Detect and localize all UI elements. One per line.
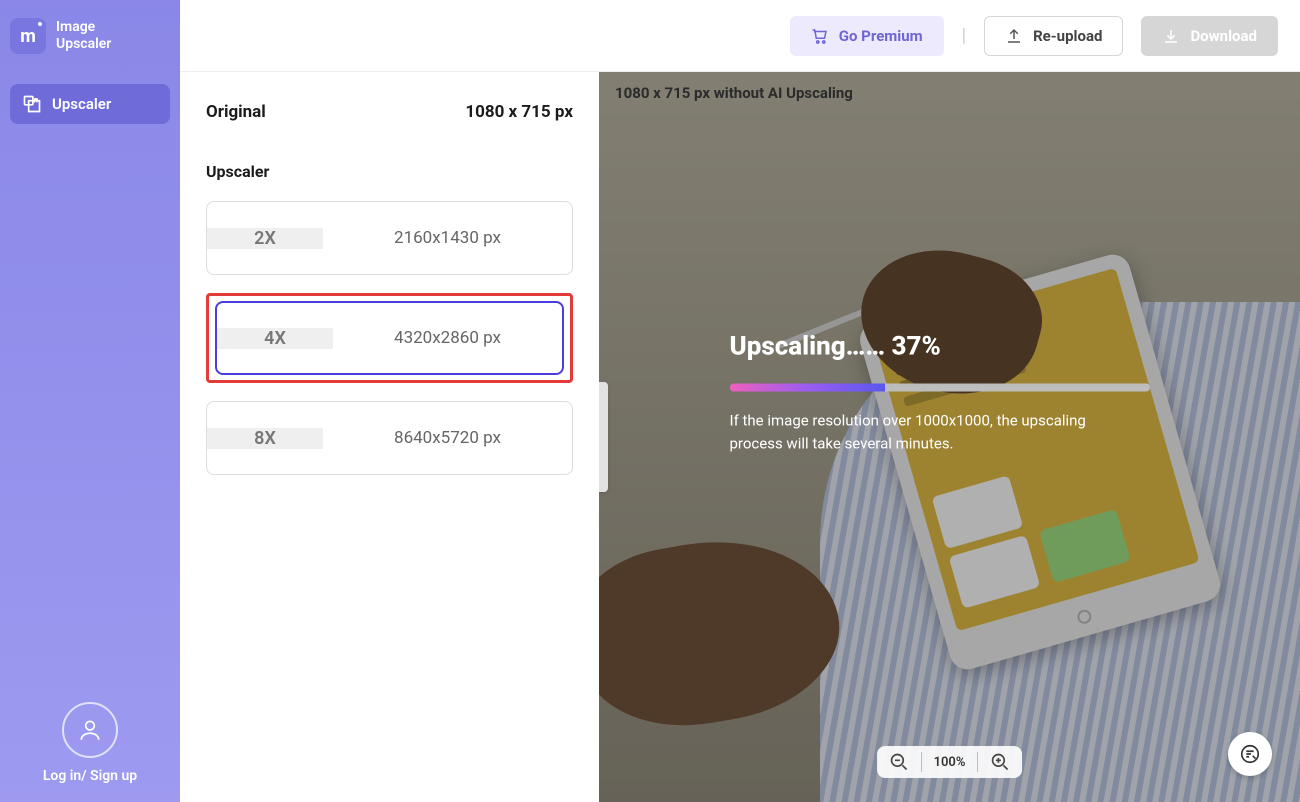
upscaler-icon — [22, 94, 42, 114]
original-row: Original 1080 x 715 px — [206, 102, 573, 122]
download-label: Download — [1190, 27, 1257, 45]
zoom-in-icon[interactable] — [990, 752, 1010, 772]
scale-factor: 4X — [217, 328, 333, 349]
scale-option-2x[interactable]: 2X 2160x1430 px — [206, 201, 573, 275]
progress-bar — [730, 384, 1150, 392]
brand-logo-icon: m — [10, 18, 46, 54]
compare-drag-handle[interactable] — [599, 382, 608, 492]
brand-name: Image Upscaler — [56, 19, 111, 53]
reupload-label: Re-upload — [1033, 27, 1102, 45]
sidebar-item-label: Upscaler — [52, 95, 111, 113]
login-link[interactable]: Log in/ Sign up — [43, 768, 137, 784]
cart-icon — [811, 27, 829, 45]
go-premium-button[interactable]: Go Premium — [790, 16, 944, 56]
upscaler-section-title: Upscaler — [206, 162, 573, 181]
progress-fill — [730, 384, 885, 392]
scale-dimensions: 2160x1430 px — [323, 228, 572, 248]
preview-panel: 1080 x 715 px without AI Upscaling Upsca… — [599, 72, 1300, 802]
preview-dimension-label: 1080 x 715 px without AI Upscaling — [615, 84, 853, 102]
feedback-button[interactable] — [1228, 732, 1272, 776]
topbar-separator: | — [962, 25, 966, 46]
download-button[interactable]: Download — [1141, 16, 1278, 56]
scale-dimensions: 4320x2860 px — [333, 328, 562, 348]
upload-icon — [1005, 27, 1023, 45]
zoom-out-icon[interactable] — [889, 752, 909, 772]
zoom-controls: 100% — [877, 746, 1023, 778]
avatar[interactable] — [62, 702, 118, 758]
reupload-button[interactable]: Re-upload — [984, 16, 1123, 56]
scale-dimensions: 8640x5720 px — [323, 428, 572, 448]
topbar: Go Premium | Re-upload Download — [180, 0, 1300, 72]
scale-option-4x[interactable]: 4X 4320x2860 px — [215, 301, 564, 375]
sidebar-spacer — [10, 124, 170, 702]
zoom-value: 100% — [934, 755, 966, 770]
zoom-separator — [977, 752, 978, 772]
content: Original 1080 x 715 px Upscaler 2X 2160x… — [180, 72, 1300, 802]
main: Go Premium | Re-upload Download Original… — [180, 0, 1300, 802]
progress-title: Upscaling…… 37% — [730, 332, 1170, 362]
sidebar-item-upscaler[interactable]: Upscaler — [10, 84, 170, 124]
options-panel: Original 1080 x 715 px Upscaler 2X 2160x… — [180, 72, 599, 802]
scale-factor: 8X — [207, 428, 323, 449]
original-dimensions: 1080 x 715 px — [465, 102, 573, 122]
sidebar: m Image Upscaler Upscaler Log in/ Sign u… — [0, 0, 180, 802]
original-label: Original — [206, 102, 266, 122]
scale-option-8x[interactable]: 8X 8640x5720 px — [206, 401, 573, 475]
user-block: Log in/ Sign up — [10, 702, 170, 784]
progress-block: Upscaling…… 37% If the image resolution … — [730, 332, 1170, 455]
note-edit-icon — [1239, 743, 1261, 765]
zoom-separator — [921, 752, 922, 772]
app-root: m Image Upscaler Upscaler Log in/ Sign u… — [0, 0, 1300, 802]
go-premium-label: Go Premium — [839, 27, 923, 45]
highlight-annotation: 4X 4320x2860 px — [206, 293, 573, 383]
scale-factor: 2X — [207, 228, 323, 249]
brand: m Image Upscaler — [10, 18, 170, 54]
progress-note: If the image resolution over 1000x1000, … — [730, 410, 1130, 455]
download-icon — [1162, 27, 1180, 45]
user-icon — [77, 717, 103, 743]
